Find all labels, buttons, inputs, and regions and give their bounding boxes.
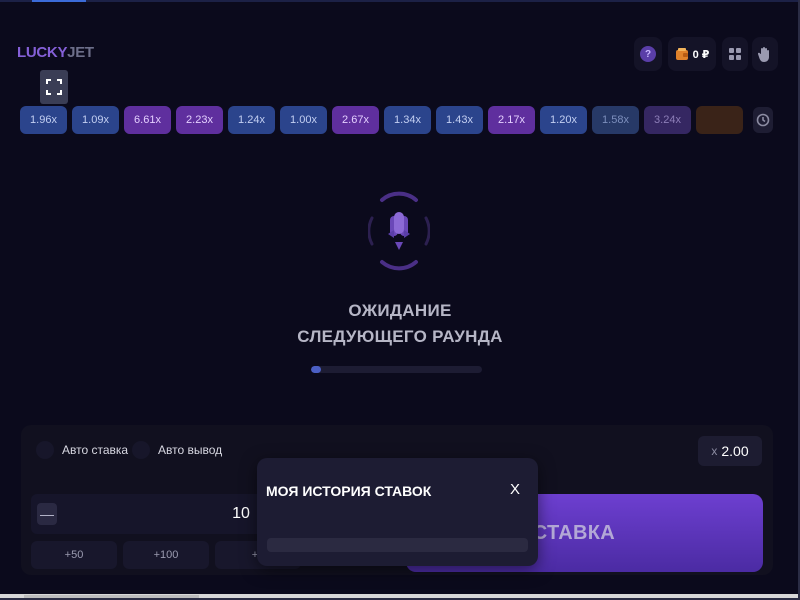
bet-button-label: СТАВКА <box>532 521 615 544</box>
multiplier-chip: 2.17x <box>488 106 535 134</box>
multiplier-chip: 1.24x <box>228 106 275 134</box>
wallet-icon <box>675 48 688 60</box>
multiplier-chip: 1.96x <box>20 106 67 134</box>
multiplier-chip: 2.23x <box>176 106 223 134</box>
top-edge-segment <box>32 0 86 2</box>
multiplier-prefix: x <box>711 444 718 458</box>
balance-button[interactable]: 0 ₽ <box>668 37 716 71</box>
modal-loading-bar <box>267 538 528 552</box>
auto-bet-switch[interactable] <box>36 441 54 459</box>
decrease-bet-button[interactable]: — <box>37 503 57 525</box>
bonus-button[interactable] <box>752 37 778 71</box>
bottom-scrollbar[interactable] <box>0 594 800 600</box>
quick-add-100-button[interactable]: +100 <box>123 541 209 569</box>
history-button[interactable] <box>753 107 773 133</box>
close-icon[interactable]: X <box>507 481 523 498</box>
multiplier-chip: 6.61x <box>124 106 171 134</box>
auto-cashout-toggle[interactable]: Авто вывод <box>132 438 222 462</box>
multiplier-chip: 2.67x <box>332 106 379 134</box>
round-progress-bar <box>311 366 482 373</box>
bet-amount-value[interactable]: 10 <box>221 494 261 534</box>
bottom-scrollbar-thumb[interactable] <box>24 595 199 599</box>
multiplier-chip: 1.58x <box>592 106 639 134</box>
multiplier-chip <box>696 106 743 134</box>
clock-icon <box>756 113 770 127</box>
multiplier-chip: 1.43x <box>436 106 483 134</box>
top-edge <box>0 0 800 2</box>
multiplier-chip: 1.34x <box>384 106 431 134</box>
logo-jet: JET <box>67 44 94 61</box>
rocket-loader-icon <box>368 191 430 271</box>
multiplier-chip: 1.09x <box>72 106 119 134</box>
multiplier-value: 2.00 <box>721 443 749 459</box>
multiplier-chip: 1.00x <box>280 106 327 134</box>
auto-cashout-label: Авто вывод <box>158 443 223 457</box>
quick-add-50-button[interactable]: +50 <box>31 541 117 569</box>
grid-menu-icon <box>729 48 741 60</box>
auto-cashout-switch[interactable] <box>132 441 150 459</box>
question-icon: ? <box>640 46 656 62</box>
fullscreen-icon <box>46 79 62 95</box>
auto-bet-label: Авто ставка <box>62 443 129 457</box>
auto-cashout-multiplier-input[interactable]: x 2.00 <box>698 436 762 466</box>
lucky-jet-logo: LUCKYJET <box>17 44 94 61</box>
fullscreen-button[interactable] <box>40 70 68 104</box>
help-button[interactable]: ? <box>634 37 662 71</box>
hand-icon <box>758 47 769 62</box>
menu-button[interactable] <box>722 37 748 71</box>
auto-bet-toggle[interactable]: Авто ставка <box>36 438 128 462</box>
modal-title: МОЯ ИСТОРИЯ СТАВОК <box>266 483 432 499</box>
waiting-title-line1: ОЖИДАНИЕ <box>348 301 452 320</box>
multiplier-chip: 1.20x <box>540 106 587 134</box>
logo-lucky: LUCKY <box>17 44 68 61</box>
balance-amount: 0 ₽ <box>692 48 710 61</box>
multiplier-chip: 3.24x <box>644 106 691 134</box>
round-progress-fill <box>311 366 322 373</box>
waiting-title-line2: СЛЕДУЮЩЕГО РАУНДА <box>297 327 503 346</box>
bet-history-modal: МОЯ ИСТОРИЯ СТАВОК X <box>257 458 538 566</box>
